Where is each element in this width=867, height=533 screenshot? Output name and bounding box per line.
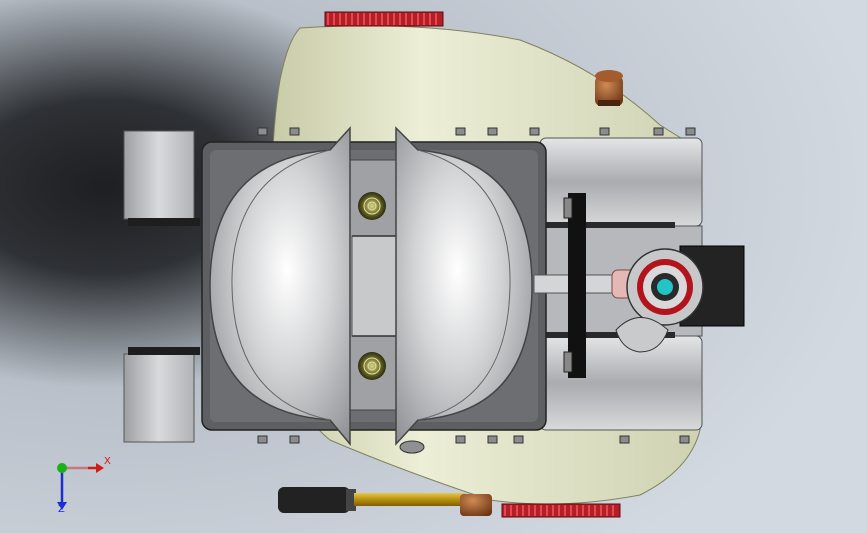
center-bolt-bottom <box>358 352 386 380</box>
top-red-gear <box>324 11 444 27</box>
orientation-triad: X Z <box>48 452 118 516</box>
housing-bolt <box>257 435 268 444</box>
copper-cap <box>595 70 623 106</box>
housing-bolt <box>685 127 696 136</box>
housing-bolt <box>289 435 300 444</box>
flywheel-bar <box>568 193 586 378</box>
x-axis-label: X <box>104 456 111 467</box>
housing-bolt <box>529 127 540 136</box>
housing-bolt <box>289 127 300 136</box>
left-bearing-top <box>123 130 195 220</box>
center-slot-window <box>351 235 399 337</box>
housing-bolt <box>619 435 630 444</box>
housing-bolt <box>455 127 466 136</box>
left-bearing-top-base <box>128 218 200 226</box>
y-axis-dot <box>57 463 67 473</box>
housing-bolt <box>679 435 690 444</box>
left-bearing-bottom <box>123 353 195 443</box>
housing-bolt <box>487 127 498 136</box>
cad-3d-viewport[interactable]: X Z <box>0 0 867 533</box>
z-axis-label: Z <box>58 504 65 515</box>
bottom-red-gear <box>501 503 621 518</box>
housing-bolt <box>653 127 664 136</box>
housing-bolt <box>257 127 268 136</box>
housing-bolt <box>513 435 524 444</box>
center-bolt-top <box>358 192 386 220</box>
housing-bolt <box>455 435 466 444</box>
crank-disk <box>626 248 704 326</box>
housing-bolt <box>599 127 610 136</box>
housing-bolt <box>487 435 498 444</box>
engine-model[interactable] <box>0 0 867 533</box>
left-bearing-bottom-base <box>128 347 200 355</box>
lower-nut <box>399 440 425 454</box>
